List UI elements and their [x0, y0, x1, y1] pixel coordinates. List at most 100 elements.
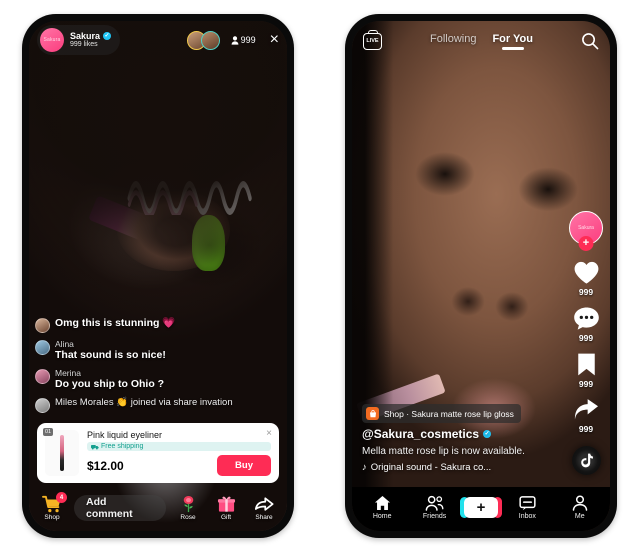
shop-label: Shop	[44, 514, 60, 521]
nav-label-inbox: Inbox	[518, 513, 536, 520]
close-icon[interactable]: ×	[270, 32, 279, 48]
tab-for-you[interactable]: For You	[492, 33, 533, 50]
eyeliner-pen-image	[60, 435, 64, 471]
search-icon[interactable]	[581, 32, 599, 50]
share-button[interactable]: Share	[248, 495, 280, 521]
fyp-action-rail: Sakura + 999 999 999 999	[569, 211, 603, 475]
follow-button[interactable]: +	[578, 236, 594, 251]
viewer-count[interactable]: 999	[231, 35, 256, 45]
comment-bubble-icon	[573, 306, 600, 331]
comment-count: 999	[578, 333, 594, 343]
add-comment-input[interactable]: Add comment	[74, 495, 166, 521]
bookmark-button[interactable]: 999	[575, 352, 598, 389]
music-disc[interactable]	[571, 446, 601, 475]
join-notice-text: Miles Morales 👏 joined via share invatio…	[55, 397, 233, 408]
share-arrow-icon	[254, 495, 274, 513]
creator-avatar[interactable]: Sakura +	[569, 211, 603, 251]
product-price: $12.00	[87, 458, 124, 473]
share-label: Share	[255, 514, 273, 521]
eyeliner-brush	[88, 194, 151, 240]
list-item: Alina That sound is so nice!	[35, 339, 265, 362]
avatar[interactable]	[35, 339, 50, 355]
nav-label-home: Home	[372, 513, 392, 520]
plus-create-icon[interactable]: +	[459, 497, 502, 518]
nav-label-me: Me	[574, 513, 585, 520]
rose-icon	[179, 495, 198, 513]
gift-icon	[217, 495, 236, 513]
host-meta: Sakura ✓ 999 likes	[70, 31, 112, 49]
product-info: Pink liquid eyeliner Free shipping $12.0…	[87, 430, 271, 476]
buy-button[interactable]: Buy	[217, 455, 271, 476]
dual-phone-mockup: Sakura Sakura ✓ 999 likes 999 × Omg this…	[0, 0, 629, 553]
truck-icon	[91, 444, 99, 450]
shop-link-pill[interactable]: Shop · Sakura matte rose lip gloss	[362, 404, 521, 423]
comment-body: Miles Morales 👏 joined via share invatio…	[55, 397, 233, 409]
sound-row[interactable]: ♪ Original sound - Sakura co...	[362, 462, 534, 473]
comment-button[interactable]: 999	[573, 306, 600, 343]
tiktok-note-icon	[579, 453, 593, 468]
avatar[interactable]	[35, 398, 50, 413]
product-thumbnail: 01	[43, 428, 79, 476]
like-button[interactable]: 999	[573, 260, 600, 297]
host-profile-pill[interactable]: Sakura Sakura ✓ 999 likes	[37, 25, 121, 55]
home-icon	[374, 495, 391, 511]
phone-frame-fyp: LIVE Following For You Sakura + 999 999 …	[345, 14, 617, 538]
nav-item-create[interactable]: +	[459, 497, 502, 518]
creator-username: @Sakura_cosmetics	[362, 427, 480, 441]
comment-body: Merina Do you ship to Ohio ?	[55, 368, 164, 391]
fyp-caption-block: Shop · Sakura matte rose lip gloss @Saku…	[362, 404, 534, 473]
viewer-avatar[interactable]	[200, 30, 220, 50]
viewer-avatar-stack[interactable]	[186, 30, 220, 50]
shop-button[interactable]: 4 Shop	[36, 492, 68, 521]
heart-icon	[573, 260, 600, 285]
gift-button[interactable]: Gift	[210, 495, 242, 521]
nav-item-friends[interactable]: Friends	[412, 495, 458, 520]
video-description: Mella matte rose lip is now available.	[362, 446, 525, 457]
live-screen: Sakura Sakura ✓ 999 likes 999 × Omg this…	[29, 21, 287, 531]
bookmark-count: 999	[578, 379, 594, 389]
host-avatar[interactable]: Sakura	[40, 28, 64, 52]
like-count: 999	[578, 287, 594, 297]
host-like-count: 999 likes	[70, 41, 98, 49]
person-icon	[231, 35, 239, 45]
verified-badge-icon: ✓	[483, 430, 492, 438]
eye-closeup	[116, 189, 231, 271]
shopping-bag-icon	[366, 407, 379, 420]
creator-username-row[interactable]: @Sakura_cosmetics ✓	[362, 427, 534, 441]
fyp-bottom-nav: Home Friends + Inbox Me	[352, 487, 610, 531]
feed-tabs: Following For You	[382, 33, 581, 50]
comment-text: Do you ship to Ohio ?	[55, 378, 165, 391]
share-button[interactable]: 999	[573, 398, 600, 434]
list-item: Miles Morales 👏 joined via share invatio…	[35, 397, 265, 413]
friends-icon	[425, 495, 444, 511]
profile-icon	[572, 495, 588, 511]
host-name-row: Sakura ✓	[70, 31, 112, 41]
rose-label: Rose	[180, 514, 196, 521]
sound-title: Original sound - Sakura co...	[370, 462, 492, 473]
avatar[interactable]	[35, 317, 50, 333]
nav-item-home[interactable]: Home	[359, 495, 405, 520]
close-icon[interactable]: ×	[266, 428, 272, 439]
product-card[interactable]: × 01 Pink liquid eyeliner Free shipping	[37, 423, 279, 483]
nav-item-me[interactable]: Me	[557, 495, 603, 520]
list-item: Merina Do you ship to Ohio ?	[35, 368, 265, 391]
viewer-count-value: 999	[240, 35, 256, 45]
creator-avatar-label: Sakura	[578, 225, 594, 231]
comment-body: Omg this is stunning 💗	[55, 317, 175, 330]
share-arrow-icon	[573, 398, 600, 422]
nav-item-inbox[interactable]: Inbox	[504, 495, 550, 520]
live-icon[interactable]: LIVE	[363, 32, 382, 50]
rose-gift-button[interactable]: Rose	[172, 495, 204, 521]
avatar[interactable]	[35, 368, 50, 384]
live-header: Sakura Sakura ✓ 999 likes 999 ×	[29, 21, 287, 59]
tab-following[interactable]: Following	[430, 33, 476, 50]
squiggle-overlay	[127, 164, 261, 215]
comment-text: Omg this is stunning 💗	[55, 316, 176, 329]
inbox-icon	[519, 495, 536, 511]
green-nail	[191, 214, 226, 271]
comment-username: Merina	[55, 367, 81, 378]
list-item: Omg this is stunning 💗	[35, 317, 265, 333]
nav-label-friends: Friends	[422, 513, 447, 520]
verified-badge-icon: ✓	[103, 32, 112, 41]
bookmark-icon	[575, 352, 598, 377]
